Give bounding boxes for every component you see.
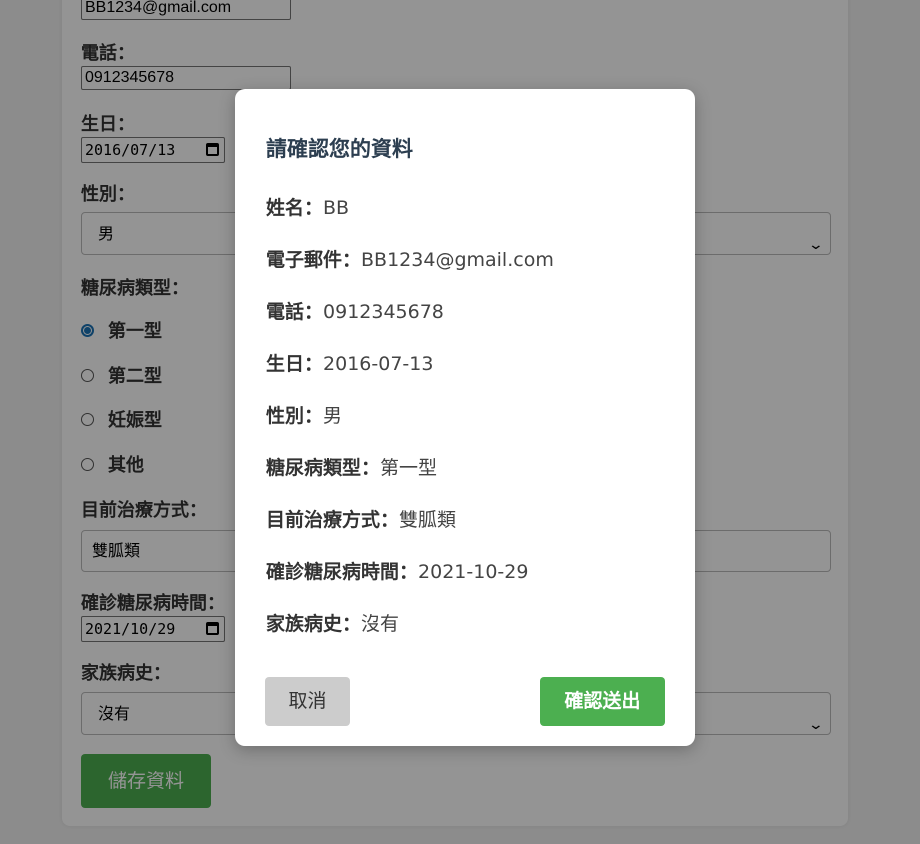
confirm-submit-button[interactable]: 確認送出 [540,677,665,726]
info-row-name: 姓名：BB [266,197,350,219]
info-row-diabetes-type: 糖尿病類型：第一型 [266,457,438,479]
cancel-button[interactable]: 取消 [265,677,350,726]
info-row-gender: 性別：男 [266,405,343,427]
info-row-email: 電子郵件：BB1234@gmail.com [266,249,554,271]
confirm-dialog: 請確認您的資料 姓名：BB 電子郵件：BB1234@gmail.com 電話：0… [235,89,695,746]
info-row-diagnosis-date: 確診糖尿病時間：2021-10-29 [266,561,529,583]
info-row-treatment: 目前治療方式：雙胍類 [266,509,457,531]
dialog-title: 請確認您的資料 [266,137,413,161]
info-row-family-history: 家族病史：沒有 [266,613,400,635]
info-row-phone: 電話：0912345678 [266,301,444,323]
info-row-birthday: 生日：2016-07-13 [266,353,434,375]
